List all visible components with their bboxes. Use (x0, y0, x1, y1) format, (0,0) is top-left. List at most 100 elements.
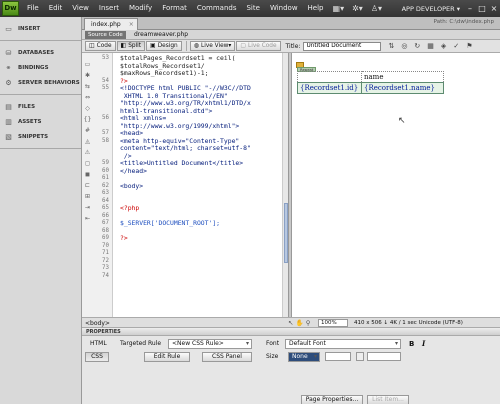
select-tool-icon[interactable]: ↖ (288, 319, 293, 327)
panel-bindings[interactable]: ⚭ BINDINGS (0, 60, 81, 75)
close-icon[interactable]: × (488, 4, 500, 13)
layout-icon[interactable]: ▦▾ (329, 0, 349, 17)
size-unit-select[interactable] (325, 352, 351, 361)
code-line[interactable]: 73 (82, 265, 282, 273)
mouse-cursor: ↖ (398, 116, 406, 126)
table-cell[interactable] (297, 71, 362, 83)
code-text: $_SERVER['DOCUMENT_ROOT']; (120, 219, 221, 227)
panel-snippets[interactable]: ▧ SNIPPETS (0, 129, 81, 144)
code-line[interactable]: 67 $_SERVER['DOCUMENT_ROOT']; (82, 219, 282, 228)
code-line[interactable]: 63 (82, 190, 282, 198)
preview-browser-icon[interactable]: ◎ (401, 42, 407, 50)
menu-help[interactable]: Help (303, 0, 329, 17)
design-view-button[interactable]: ▣ Design (146, 41, 182, 51)
targeted-rule-select[interactable]: <New CSS Rule> (168, 339, 252, 349)
list-item-button[interactable]: List Item... (367, 395, 409, 404)
color-input[interactable] (367, 352, 401, 361)
code-line[interactable]: 70 (82, 243, 282, 251)
menu-window[interactable]: Window (265, 0, 303, 17)
html-label[interactable]: HTML (90, 339, 107, 349)
code-line[interactable]: 64 (82, 198, 282, 206)
view-options-icon[interactable]: ▦ (427, 42, 434, 50)
color-swatch[interactable] (356, 352, 364, 361)
menu-edit[interactable]: Edit (44, 0, 68, 17)
panel-assets[interactable]: ▥ ASSETS (0, 114, 81, 129)
code-line[interactable]: 68 (82, 228, 282, 236)
dynamic-field[interactable]: {Recordset1.id} (297, 82, 362, 94)
minimize-icon[interactable]: – (464, 4, 476, 13)
line-number: 53 (102, 55, 109, 61)
edit-rule-button[interactable]: Edit Rule (144, 352, 190, 362)
panel-dock: ▭ INSERT ⛁ DATABASES ⚭ BINDINGS ⚙ SERVER… (0, 17, 82, 404)
code-line[interactable]: 69 ?> (82, 234, 282, 243)
code-line[interactable]: 61 (82, 175, 282, 183)
code-line[interactable]: 72 (82, 258, 282, 266)
code-line[interactable]: $maxRows_Recordset1)-1; (82, 69, 282, 78)
code-line[interactable]: 62 <body> (82, 182, 282, 191)
code-text: content="text/html; charset=utf-8" (120, 144, 251, 152)
menu-commands[interactable]: Commands (192, 0, 242, 17)
code-line[interactable]: 59 <title>Untitled Document</title> (82, 159, 282, 168)
recordset-table[interactable]: name {Recordset1.id} {Recordset1.name} (297, 71, 444, 94)
workspace-switcher[interactable]: APP DEVELOPER ▾ (398, 5, 464, 13)
properties-header[interactable]: PROPERTIES (82, 328, 500, 336)
maximize-icon[interactable]: □ (476, 4, 488, 13)
menu-site[interactable]: Site (241, 0, 264, 17)
insert-icon: ▭ (5, 24, 12, 33)
panel-server-behaviors[interactable]: ⚙ SERVER BEHAVIORS (0, 75, 81, 90)
font-select[interactable]: Default Font (285, 339, 401, 349)
line-number: 68 (102, 227, 109, 234)
panel-insert[interactable]: ▭ INSERT (0, 21, 81, 36)
italic-button[interactable]: I (422, 339, 425, 349)
panel-databases[interactable]: ⛁ DATABASES (0, 45, 81, 60)
menu-file[interactable]: File (22, 0, 44, 17)
snippets-icon: ▧ (5, 132, 12, 141)
split-view-button[interactable]: ◧ Split (116, 41, 146, 51)
properties-panel: HTML CSS Targeted Rule <New CSS Rule> Ed… (82, 336, 500, 404)
validate-icon[interactable]: ✓ (453, 42, 459, 50)
visual-aids-icon[interactable]: ◈ (441, 42, 446, 50)
hand-tool-icon[interactable]: ✋ (296, 319, 304, 327)
line-number: 58 (102, 137, 109, 144)
code-line[interactable]: html1-transitional.dtd"> (82, 107, 282, 116)
close-tab-icon[interactable]: × (129, 19, 134, 30)
live-code-button[interactable]: ▢ Live Code (236, 41, 281, 51)
document-path: Path: C:\dw\index.php (433, 19, 494, 25)
browser-compat-icon[interactable]: ⚑ (466, 42, 472, 50)
table-cell[interactable]: name (361, 71, 444, 83)
file-management-icon[interactable]: ⇅ (388, 42, 394, 50)
zoom-tool-icon[interactable]: ⚲ (306, 319, 311, 327)
css-button[interactable]: CSS (85, 352, 109, 362)
line-number: 67 (102, 220, 109, 226)
design-view[interactable]: Repeat name {Recordset1.id} {Recordset1.… (292, 53, 500, 317)
zoom-select[interactable]: 100% (318, 319, 348, 327)
document-tab[interactable]: index.php × (84, 18, 138, 30)
person-icon[interactable]: ♙▾ (367, 0, 386, 17)
bold-button[interactable]: B (409, 339, 414, 349)
refresh-icon[interactable]: ↻ (414, 42, 420, 50)
code-line[interactable]: 71 (82, 250, 282, 258)
menu-insert[interactable]: Insert (94, 0, 124, 17)
panel-files[interactable]: ▤ FILES (0, 99, 81, 114)
code-view[interactable]: ▭ ✱ ⇆ ⇔ ◇ {} # ◬ ⚠ ◻ ◼ ⊏ ⊞ ⇥ ⇤ 53 $totalP… (82, 53, 288, 317)
source-code-button[interactable]: Source Code (85, 31, 126, 39)
dynamic-field[interactable]: {Recordset1.name} (361, 82, 444, 94)
document-title-input[interactable] (303, 41, 382, 51)
live-view-button[interactable]: ◍ Live View ▾ (189, 41, 236, 51)
menu-format[interactable]: Format (157, 0, 192, 17)
tag-selector[interactable]: <body> (85, 319, 110, 328)
size-select[interactable]: None (288, 352, 320, 362)
code-line[interactable]: content="text/html; charset=utf-8" (82, 144, 282, 153)
related-file-link[interactable]: dreamweaver.php (134, 30, 188, 40)
menu-view[interactable]: View (67, 0, 94, 17)
line-number: 61 (102, 175, 109, 181)
code-line[interactable]: "http://www.w3.org/1999/xhtml"> (82, 122, 282, 131)
code-view-button[interactable]: ◫ Code (85, 41, 116, 51)
code-line[interactable]: 65 <?php (82, 204, 282, 213)
code-line[interactable]: 74 (82, 273, 282, 281)
menu-modify[interactable]: Modify (124, 0, 157, 17)
gear-icon[interactable]: ✲▾ (348, 0, 367, 17)
css-panel-button[interactable]: CSS Panel (202, 352, 252, 362)
page-properties-button[interactable]: Page Properties... (301, 395, 363, 404)
code-line[interactable]: 60 </head> (82, 167, 282, 176)
